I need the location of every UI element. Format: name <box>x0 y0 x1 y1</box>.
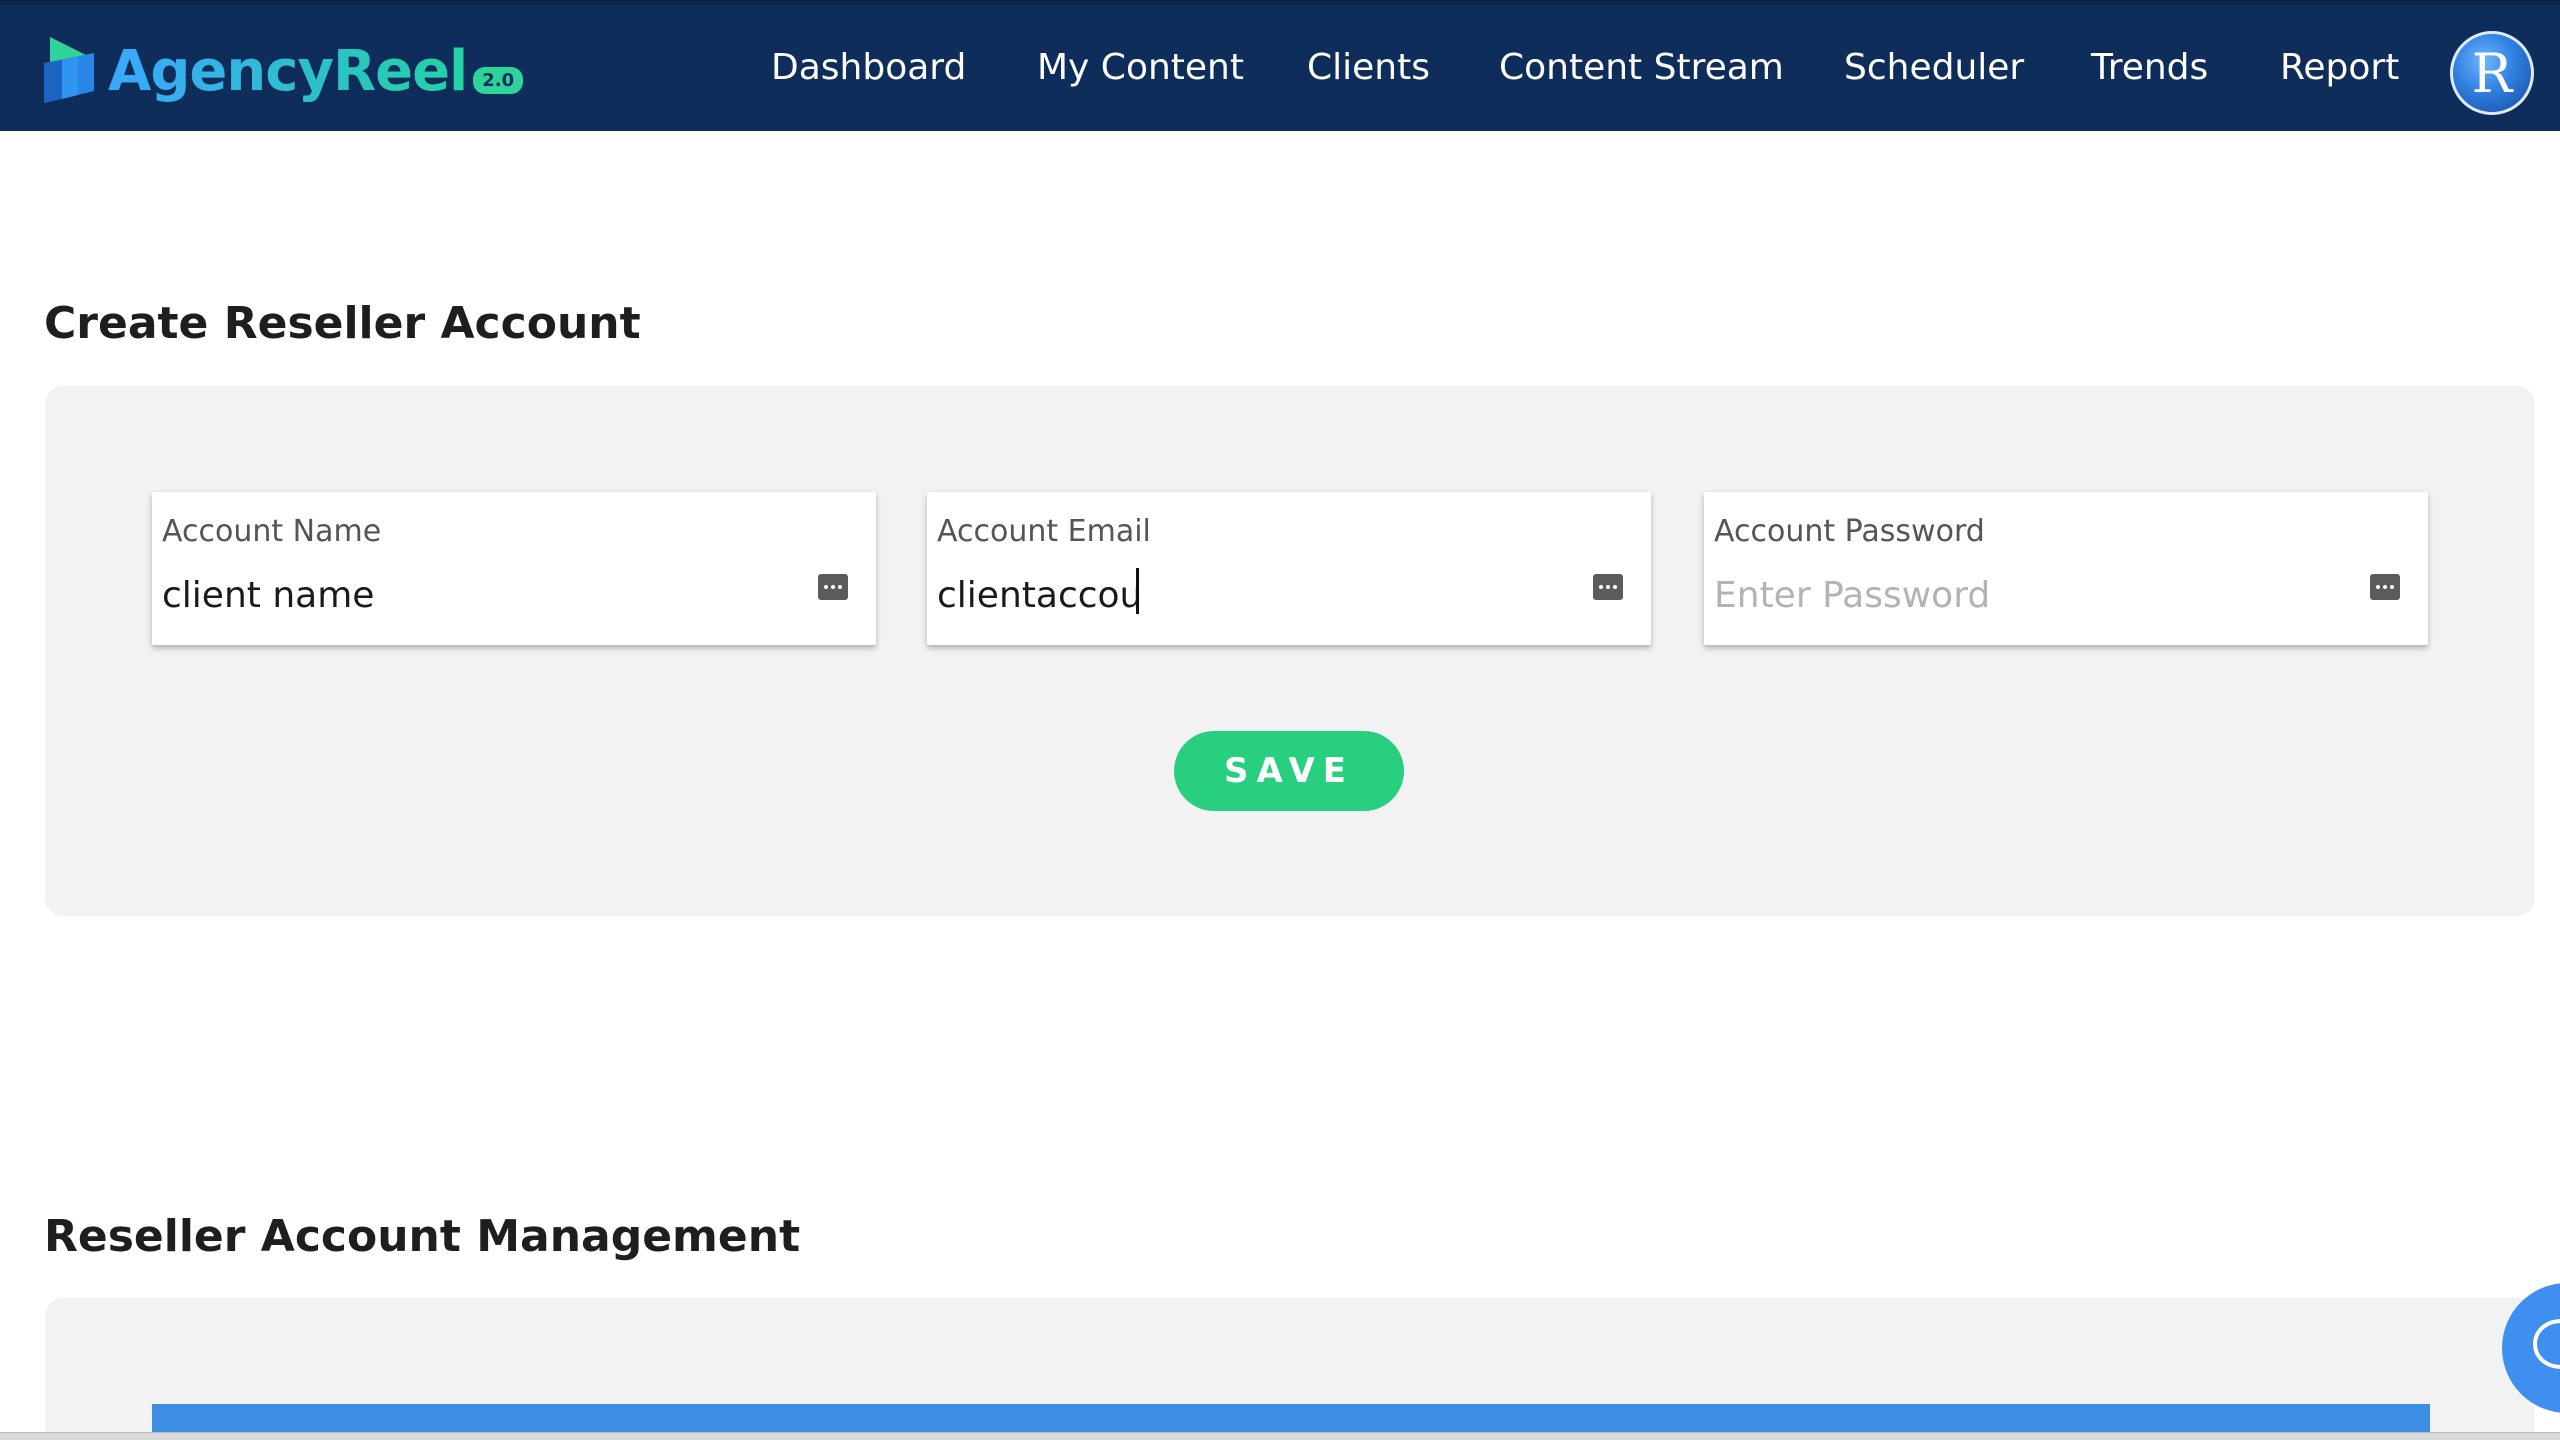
account-email-field: Account Email <box>927 492 1651 645</box>
account-name-input[interactable] <box>162 570 802 620</box>
user-avatar[interactable]: R <box>2450 31 2534 115</box>
brand-version-badge: 2.0 <box>473 66 524 94</box>
nav-item-trends[interactable]: Trends <box>2091 47 2208 88</box>
nav-item-clients[interactable]: Clients <box>1307 47 1430 88</box>
top-navbar: AgencyReel 2.0 Dashboard My Content Clie… <box>0 0 2560 131</box>
nav-item-content-stream[interactable]: Content Stream <box>1499 47 1784 88</box>
brand-logo[interactable]: AgencyReel 2.0 <box>42 31 524 111</box>
account-password-input[interactable] <box>1714 570 2354 620</box>
account-email-label: Account Email <box>937 514 1151 549</box>
brand-name: AgencyReel <box>108 38 468 104</box>
account-name-label: Account Name <box>162 514 382 549</box>
chat-bubble-icon <box>2533 1319 2560 1369</box>
more-dots-icon[interactable] <box>818 574 848 600</box>
nav-item-dashboard[interactable]: Dashboard <box>771 47 966 88</box>
account-password-label: Account Password <box>1714 514 1985 549</box>
nav-item-my-content[interactable]: My Content <box>1037 47 1244 88</box>
nav-item-scheduler[interactable]: Scheduler <box>1844 47 2024 88</box>
table-header-bar <box>152 1404 2430 1434</box>
account-password-field: Account Password <box>1704 492 2428 645</box>
account-name-field: Account Name <box>152 492 876 645</box>
reseller-management-title: Reseller Account Management <box>44 1211 801 1262</box>
bottom-strip <box>0 1432 2560 1440</box>
account-email-input[interactable] <box>937 570 1577 620</box>
create-reseller-title: Create Reseller Account <box>44 298 641 349</box>
create-reseller-panel <box>45 386 2535 916</box>
nav-item-report[interactable]: Report <box>2280 47 2399 88</box>
more-dots-icon[interactable] <box>1593 574 1623 600</box>
agencyreel-logo-icon <box>42 33 98 109</box>
save-button[interactable]: SAVE <box>1174 731 1404 811</box>
more-dots-icon[interactable] <box>2370 574 2400 600</box>
text-cursor <box>1136 568 1139 614</box>
